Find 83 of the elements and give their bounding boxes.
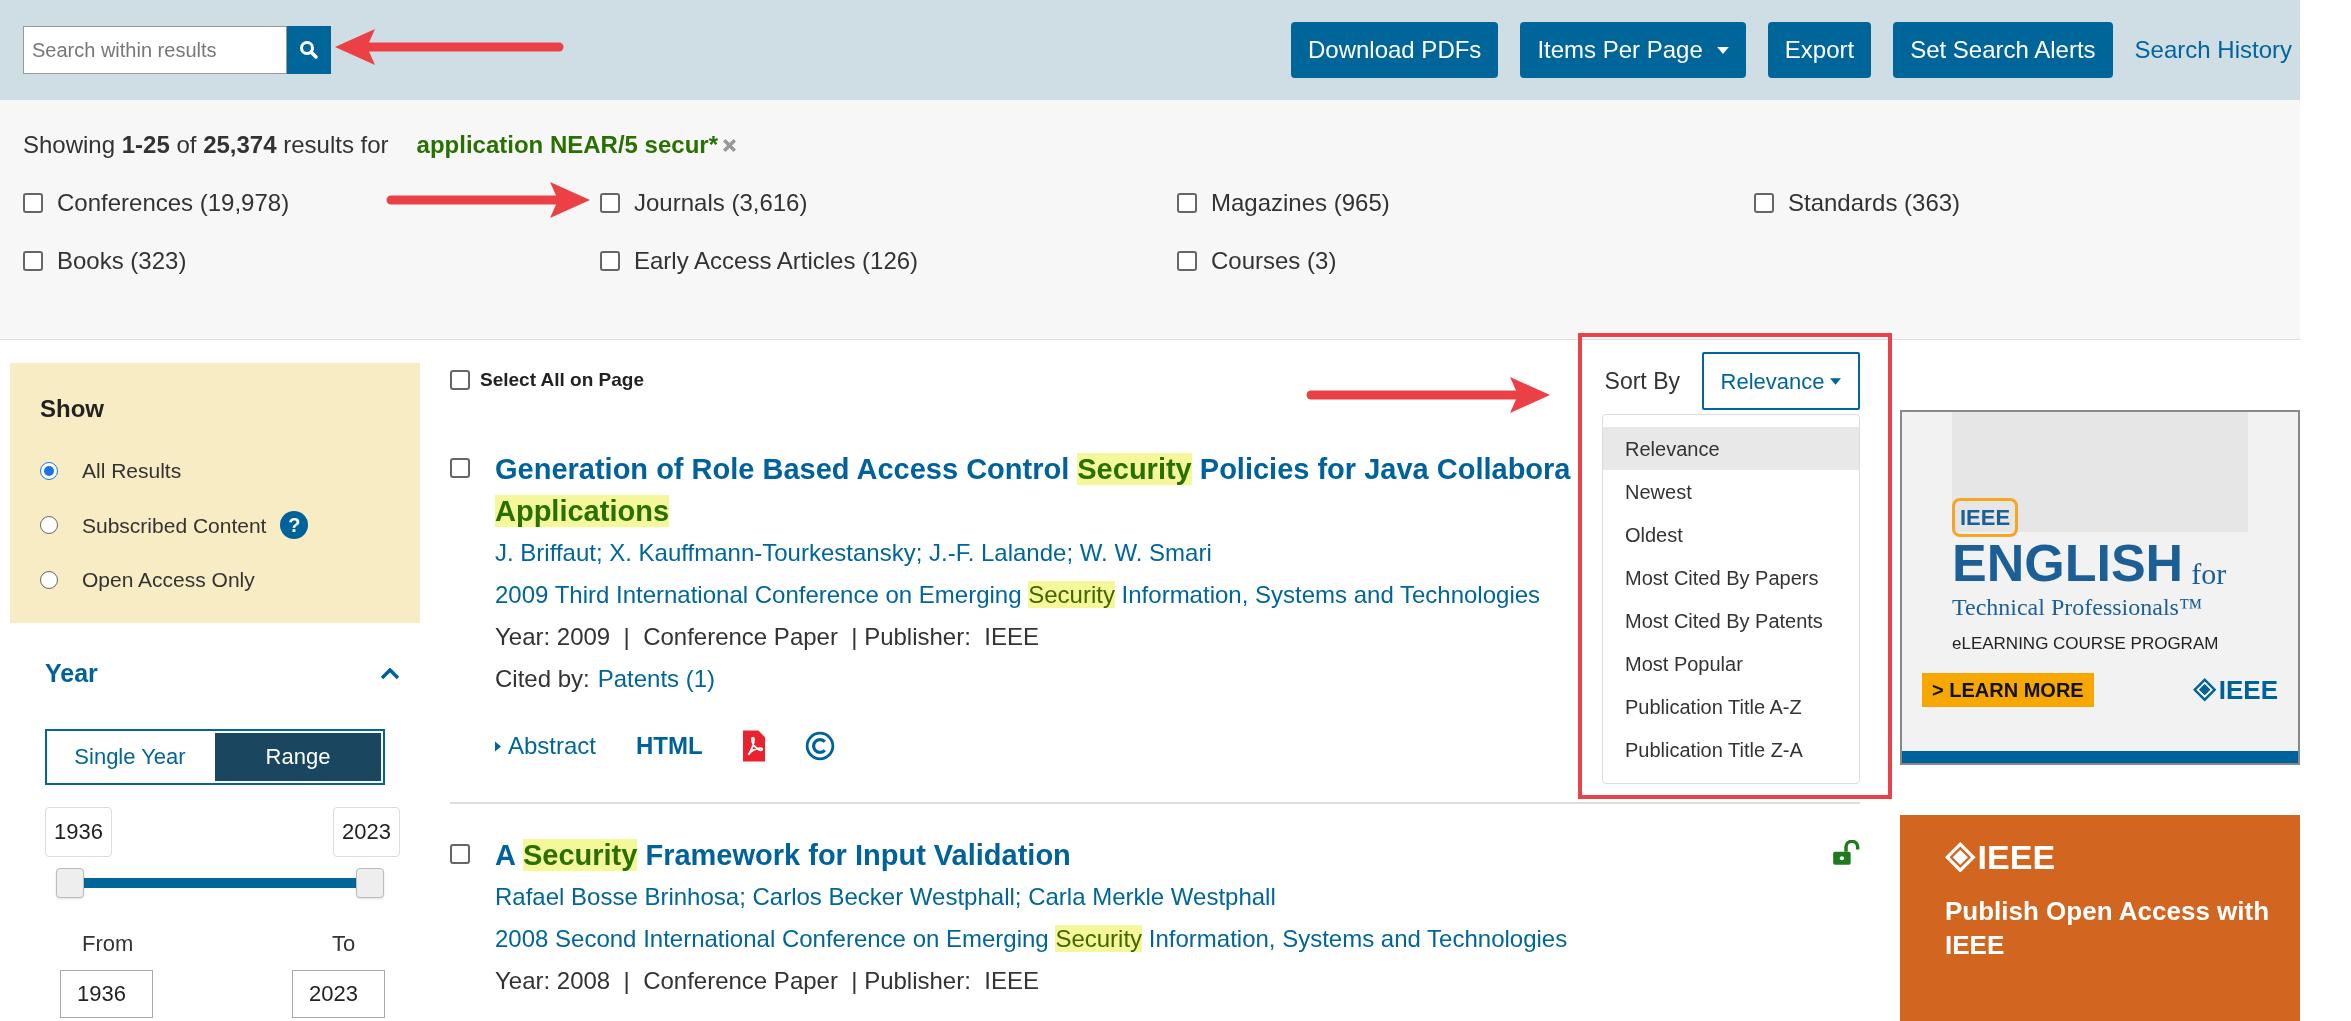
venue-link[interactable]: 2009 Third International Conference on Emerging Security Information, Systems and Technologies <box>495 574 1541 616</box>
search-history-link[interactable]: Search History <box>2134 32 2292 68</box>
section-title[interactable]: Year <box>45 655 98 693</box>
filter-label[interactable]: Standards (363) <box>1788 185 1961 221</box>
copyright-icon[interactable] <box>804 731 835 761</box>
checkbox[interactable] <box>600 193 620 213</box>
slider-thumb[interactable] <box>56 867 84 898</box>
author-list[interactable]: J. Briffaut; X. Kauffmann-Tourkestansky; J.-F. Lalande; W. W. Smari <box>495 532 1212 574</box>
checkbox[interactable] <box>23 251 43 271</box>
abstract-toggle[interactable]: Abstract <box>495 728 597 764</box>
help-icon[interactable]: ? <box>280 511 309 540</box>
caret-right-icon <box>495 740 501 752</box>
ad-text: eLEARNING COURSE PROGRAM <box>1952 633 2220 655</box>
filter-label[interactable]: Books (323) <box>57 243 187 279</box>
caret-down-icon <box>1830 377 1842 385</box>
checkbox[interactable] <box>600 251 620 271</box>
range-value: 1936 <box>45 806 112 857</box>
publish-ad-banner[interactable]: IEEE Publish Open Access with IEEE <box>1900 815 2300 1021</box>
search-query: application NEAR/5 secur* <box>416 130 718 160</box>
ad-subtitle: Technical Professionals™ <box>1952 593 2204 622</box>
ad-badge: IEEE <box>1952 498 2019 537</box>
segment-tab[interactable]: Range <box>213 730 383 783</box>
ieee-logo: IEEE <box>2193 670 2278 710</box>
chevron-up-icon[interactable] <box>380 667 400 680</box>
toolbar-button[interactable]: Download PDFs <box>1290 22 1499 78</box>
pdf-icon[interactable] <box>742 730 765 762</box>
year-field[interactable]: 2023 <box>292 969 385 1018</box>
close-icon[interactable] <box>722 137 737 153</box>
filter-label[interactable]: Journals (3,616) <box>634 185 808 221</box>
filter-label[interactable]: Magazines (965) <box>1211 185 1390 221</box>
results-summary: Showing 1-25 of 25,374 results for <box>23 130 389 160</box>
open-lock-icon <box>1832 840 1860 866</box>
sort-dropdown[interactable]: Relevance <box>1702 352 1860 410</box>
learn-more-button[interactable]: > LEARN MORE <box>1922 673 2094 707</box>
filter-label[interactable]: Courses (3) <box>1211 243 1337 279</box>
result-title[interactable]: A Security Framework for Input Validation <box>495 834 1071 876</box>
radio-label[interactable]: Open Access Only <box>82 564 255 596</box>
radio-label[interactable]: Subscribed Content <box>82 509 267 541</box>
toolbar-button[interactable]: Export <box>1767 22 1872 78</box>
range-slider[interactable] <box>56 866 384 899</box>
citation-link[interactable]: Patents (1) <box>597 658 716 700</box>
field-label: From <box>82 929 135 958</box>
panel-title: Show <box>40 394 105 424</box>
diamond-logo-icon <box>2193 678 2217 702</box>
radio-button[interactable] <box>40 570 58 589</box>
slider-thumb[interactable] <box>356 867 384 898</box>
range-value: 2023 <box>333 806 400 857</box>
search-icon <box>299 40 319 60</box>
toolbar-button[interactable]: Set Search Alerts <box>1893 22 2113 78</box>
checkbox[interactable] <box>450 458 470 478</box>
radio-label[interactable]: All Results <box>82 455 182 487</box>
sort-label: Sort By <box>1604 366 1680 396</box>
checkbox[interactable] <box>450 370 470 391</box>
checkbox[interactable] <box>23 193 43 213</box>
checkbox[interactable] <box>1177 193 1197 213</box>
radio-button[interactable] <box>40 461 58 480</box>
ad-headline: ENGLISH <box>1952 537 2184 589</box>
result-meta: Year: 2009 | Conference Paper | Publisher: IEEE <box>495 622 1039 652</box>
search-button[interactable] <box>287 26 331 74</box>
checkbox[interactable] <box>450 844 470 864</box>
result-title[interactable]: Generation of Role Based Access Control Security Policies for Java Collabora Applications <box>495 448 1571 532</box>
sort-option[interactable]: Relevance <box>1603 427 1859 470</box>
radio-button[interactable] <box>40 516 58 535</box>
caret-down-icon <box>1716 46 1729 54</box>
ad-headline: Publish Open Access with IEEE <box>1945 895 2271 962</box>
ieee-logo: IEEE <box>1945 840 2300 874</box>
dropdown-button[interactable]: Items Per Page <box>1520 22 1746 78</box>
author-list[interactable]: Rafael Bosse Brinhosa; Carlos Becker Westphall; Carla Merkle Westphall <box>495 876 1276 918</box>
select-all-label[interactable]: Select All on Page <box>480 366 644 395</box>
result-meta: Year: 2008 | Conference Paper | Publisher: IEEE <box>495 966 1039 996</box>
checkbox[interactable] <box>1177 251 1197 271</box>
html-link[interactable]: HTML <box>636 728 703 764</box>
year-field[interactable]: 1936 <box>60 969 153 1018</box>
diamond-logo-icon <box>1945 841 1976 873</box>
filter-label[interactable]: Conferences (19,978) <box>57 185 290 221</box>
course-ad-banner[interactable]: IEEE ENGLISH for Technical Professionals™ eLEARNING COURSE PROGRAM > LEARN MORE IEEE <box>1900 410 2300 765</box>
filter-label[interactable]: Early Access Articles (126) <box>634 243 919 279</box>
ad-headline-suffix: for <box>2191 559 2227 589</box>
field-label: To <box>332 929 356 958</box>
search-field[interactable]: Search within results <box>23 26 287 74</box>
checkbox[interactable] <box>1754 193 1774 213</box>
venue-link[interactable]: 2008 Second International Conference on Emerging Security Information, Systems and Technologies <box>495 918 1568 960</box>
cited-label: Cited by: <box>495 664 590 694</box>
